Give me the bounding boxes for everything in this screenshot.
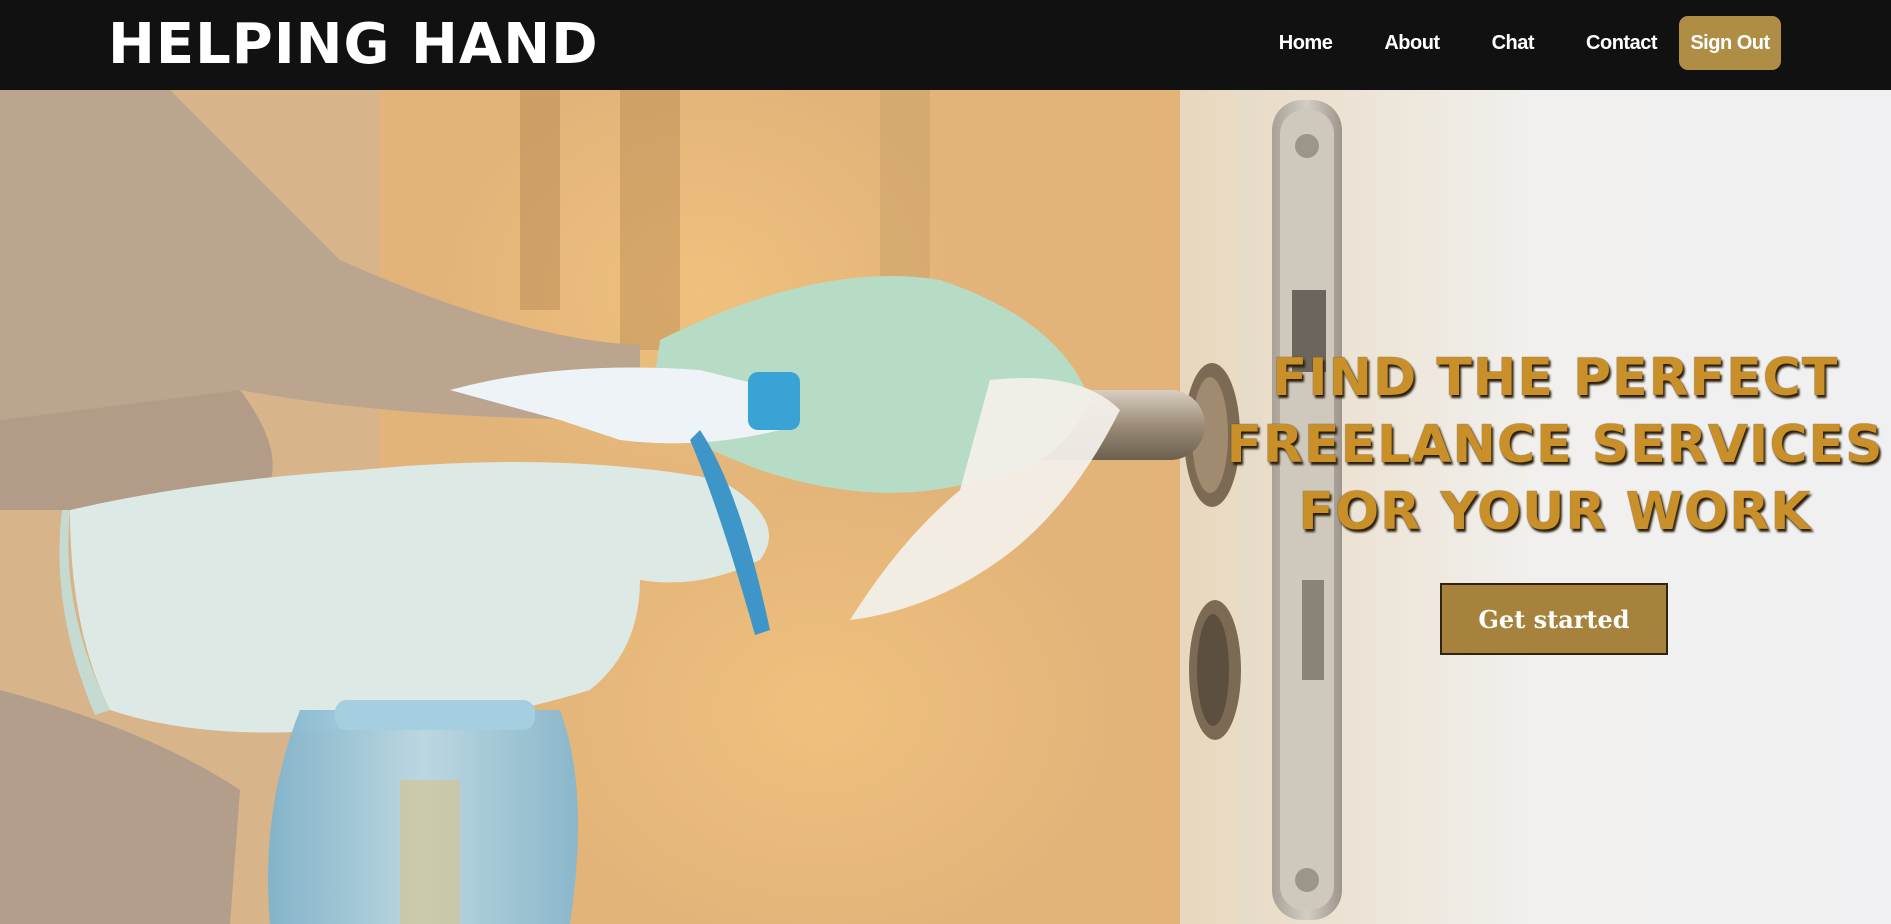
main-nav: Home About Chat Contact Sign Out xyxy=(1279,16,1781,70)
hero-headline-line-2: FREELANCE SERVICES xyxy=(1226,415,1884,475)
nav-link-about[interactable]: About xyxy=(1384,32,1440,55)
nav-link-chat[interactable]: Chat xyxy=(1492,32,1535,55)
hero-section: FIND THE PERFECT FREELANCE SERVICES FOR … xyxy=(0,90,1891,924)
navbar: HELPING HAND Home About Chat Contact Sig… xyxy=(0,0,1891,90)
nav-link-contact[interactable]: Contact xyxy=(1586,32,1657,55)
nav-link-home[interactable]: Home xyxy=(1279,32,1333,55)
sign-out-button[interactable]: Sign Out xyxy=(1679,16,1781,70)
page: HELPING HAND Home About Chat Contact Sig… xyxy=(0,0,1891,924)
hero-headline-line-3: FOR YOUR WORK xyxy=(1298,482,1812,542)
hero-headline-line-1: FIND THE PERFECT xyxy=(1271,348,1839,408)
brand-logo[interactable]: HELPING HAND xyxy=(108,12,599,78)
hero-headline: FIND THE PERFECT FREELANCE SERVICES FOR … xyxy=(1200,345,1891,546)
get-started-button[interactable]: Get started xyxy=(1440,583,1668,655)
